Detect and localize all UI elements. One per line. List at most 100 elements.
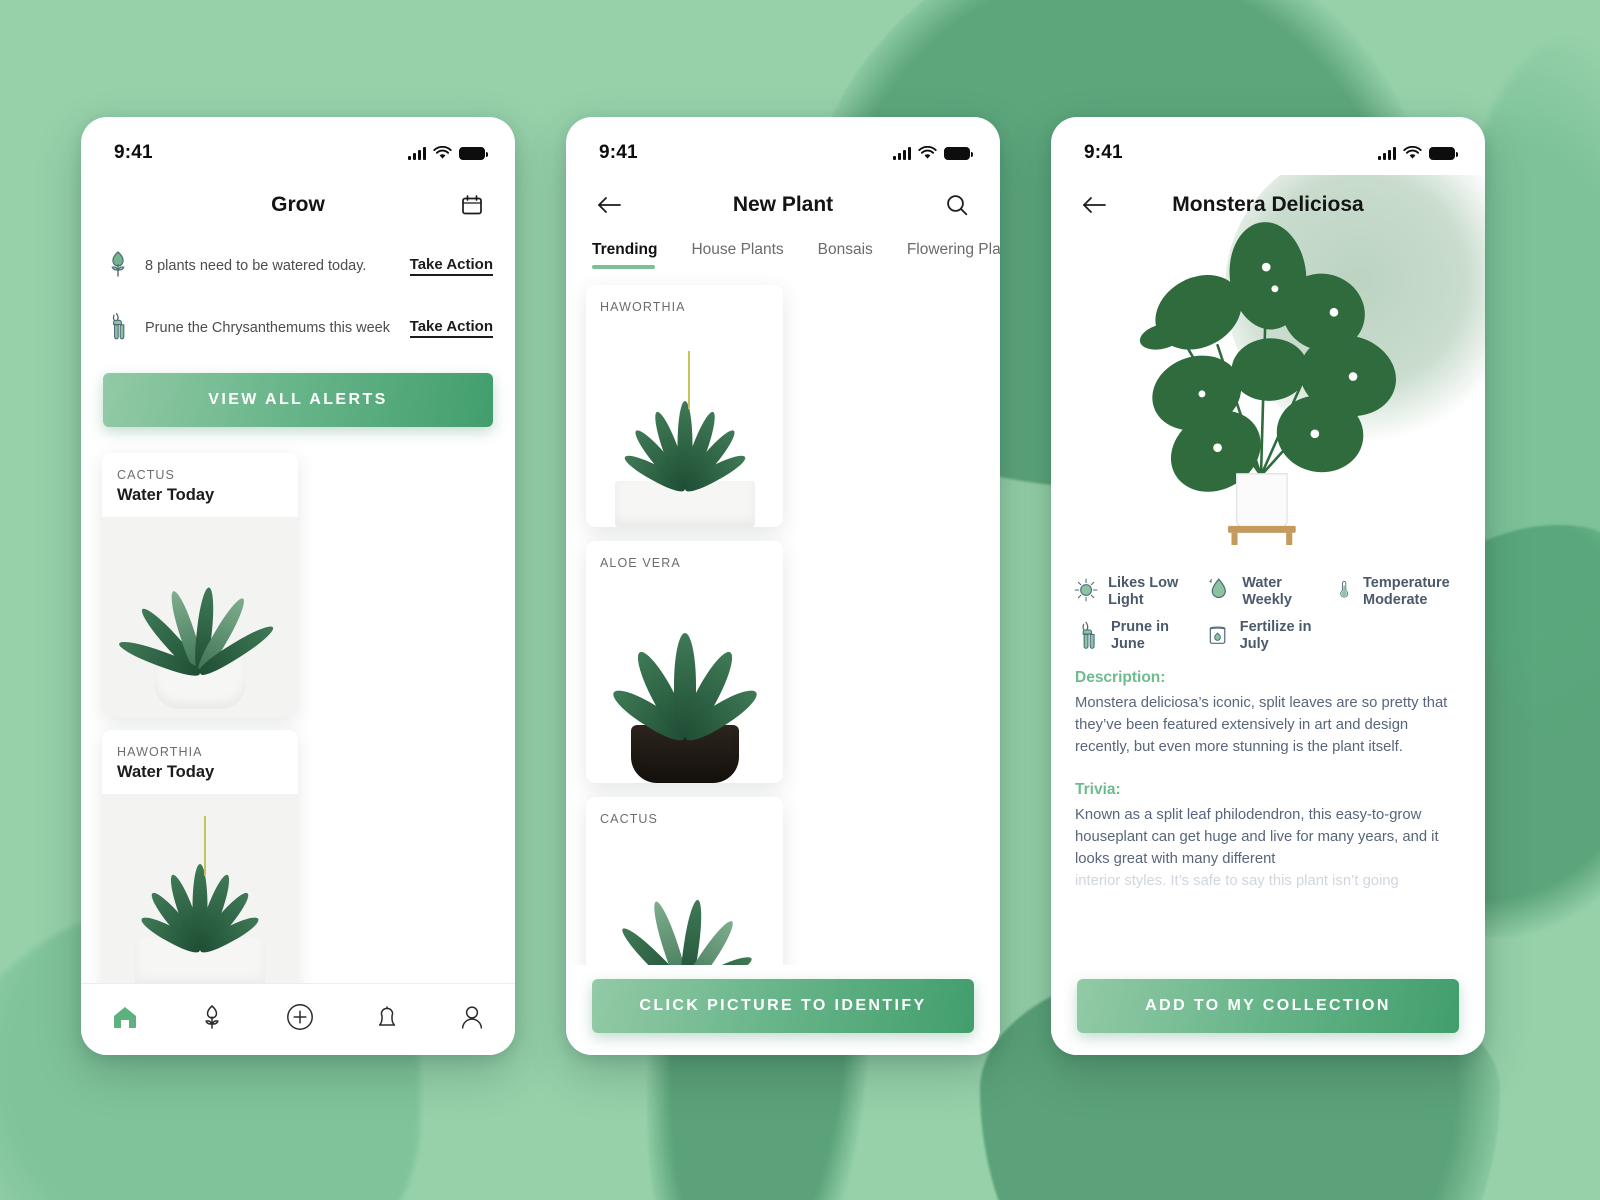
sidebar-item-home[interactable] [111, 1004, 139, 1035]
plant-card-status: Water Today [117, 763, 215, 781]
care-label: Prune in June [1110, 619, 1169, 653]
status-bar: 9:41 [81, 117, 515, 175]
phone-screen-grow: 9:41 Grow 8 plants need to be watered to… [81, 117, 515, 1055]
description-section: Description: Monstera deliciosa’s iconic… [1051, 659, 1485, 759]
plant-card[interactable]: ALOE VERA [586, 541, 783, 783]
cellular-bars-icon [408, 146, 426, 160]
screen2-cta-area: CLICK PICTURE TO IDENTIFY [566, 965, 1000, 1055]
seedling-icon [105, 250, 131, 283]
take-action-button[interactable]: Take Action [409, 318, 493, 338]
wifi-icon [433, 146, 452, 159]
care-item: Fertilize in July [1204, 619, 1335, 653]
plant-photo [586, 285, 783, 527]
bottom-tab-bar [81, 983, 515, 1055]
status-icons [893, 146, 973, 160]
navbar-spacer [1425, 188, 1459, 222]
tab-house-plants[interactable]: House Plants [691, 241, 783, 269]
care-item: Temperature Moderate [1334, 575, 1465, 609]
category-tabs: Trending House Plants Bonsais Flowering … [566, 235, 1000, 269]
plant-photo [586, 541, 783, 783]
wifi-icon [1403, 146, 1422, 159]
arrow-left-icon[interactable] [1077, 188, 1111, 222]
trivia-faded-line: interior styles. It’s safe to say this p… [1075, 872, 1399, 889]
care-item: Prune in June [1073, 619, 1204, 653]
plant-card[interactable]: CACTUS Water Today [102, 453, 298, 717]
plant-card-label: CACTUS [600, 812, 658, 826]
thermometer-icon [1340, 581, 1349, 598]
click-picture-to-identify-button[interactable]: CLICK PICTURE TO IDENTIFY [592, 979, 974, 1033]
alert-row[interactable]: 8 plants need to be watered today. Take … [81, 235, 515, 297]
care-item: Likes Low Light [1073, 575, 1204, 609]
status-time: 9:41 [599, 142, 638, 163]
status-bar: 9:41 [566, 117, 1000, 175]
calendar-icon[interactable] [455, 188, 489, 222]
plant-card-label: CACTUS [117, 468, 175, 482]
care-label: Likes Low Light [1108, 575, 1179, 609]
page-title: Monstera Deliciosa [1172, 193, 1364, 216]
plant-browse-grid: HAWORTHIA ALOE VERA CACTUS [566, 269, 1000, 1055]
status-bar: 9:41 [1051, 117, 1485, 175]
description-body: Monstera deliciosa’s iconic, split leave… [1075, 695, 1448, 756]
trivia-heading: Trivia: [1075, 781, 1121, 799]
screen1-navbar: Grow [81, 175, 515, 235]
plant-card[interactable]: HAWORTHIA Water Today [102, 730, 298, 994]
take-action-button[interactable]: Take Action [409, 256, 493, 276]
navbar-spacer [107, 188, 141, 222]
plant-card-status: Water Today [117, 486, 215, 504]
tab-bonsais[interactable]: Bonsais [818, 241, 873, 269]
tab-trending[interactable]: Trending [592, 241, 657, 269]
plant-card-grid: CACTUS Water Today HAWORTHIA Water Today [81, 427, 515, 1055]
status-icons [408, 146, 488, 160]
care-attributes-grid: Likes Low Light Water Weekly Temperature… [1051, 557, 1485, 659]
sidebar-item-plants[interactable] [198, 1003, 226, 1036]
phone-screen-plant-detail: 9:41 Monstera Deliciosa Likes Low Light … [1051, 117, 1485, 1055]
fertilizer-bag-icon [1209, 626, 1225, 645]
plant-card-label: ALOE VERA [600, 556, 681, 570]
screen2-navbar: New Plant [566, 175, 1000, 235]
screen3-navbar: Monstera Deliciosa [1051, 175, 1485, 235]
page-title: New Plant [732, 193, 834, 216]
phone-screen-new-plant: 9:41 New Plant Trending House Plants Bon… [566, 117, 1000, 1055]
page-title: Grow [271, 193, 325, 216]
pruning-shears-icon [105, 311, 131, 346]
water-drop-icon [1209, 578, 1226, 599]
cellular-bars-icon [893, 146, 911, 160]
plant-photo [102, 794, 298, 994]
search-icon[interactable] [940, 188, 974, 222]
status-time: 9:41 [114, 142, 153, 163]
battery-icon [1429, 146, 1458, 160]
pruning-shears-icon [1082, 622, 1095, 650]
battery-icon [459, 146, 488, 160]
app-mockup-stage: 9:41 Grow 8 plants need to be watered to… [0, 0, 1600, 1200]
battery-icon [944, 146, 973, 160]
plant-card-label: HAWORTHIA [600, 300, 686, 314]
care-item-spacer [1334, 619, 1465, 653]
description-heading: Description: [1075, 669, 1166, 687]
tab-flowering-plants[interactable]: Flowering Pla [907, 241, 1000, 269]
care-label: Fertilize in July [1239, 619, 1312, 653]
sun-icon [1074, 578, 1098, 602]
cellular-bars-icon [1378, 146, 1396, 160]
notifications-icon[interactable] [374, 1003, 400, 1036]
add-to-my-collection-button[interactable]: ADD TO MY COLLECTION [1077, 979, 1459, 1033]
view-all-alerts-button[interactable]: VIEW ALL ALERTS [103, 373, 493, 427]
alert-text: Prune the Chrysanthemums this week [145, 320, 390, 336]
alert-text: 8 plants need to be watered today. [145, 258, 367, 274]
plant-card[interactable]: HAWORTHIA [586, 285, 783, 527]
status-time: 9:41 [1084, 142, 1123, 163]
trivia-body: Known as a split leaf philodendron, this… [1075, 807, 1439, 867]
monstera-illustration [1139, 222, 1397, 545]
plant-card-label: HAWORTHIA [117, 745, 203, 759]
status-icons [1378, 146, 1458, 160]
trivia-section: Trivia: Known as a split leaf philodendr… [1051, 759, 1485, 893]
care-item: Water Weekly [1204, 575, 1335, 609]
alert-row[interactable]: Prune the Chrysanthemums this week Take … [81, 297, 515, 359]
arrow-left-icon[interactable] [592, 188, 626, 222]
care-label: Water Weekly [1242, 575, 1292, 609]
wifi-icon [918, 146, 937, 159]
add-plant-button[interactable] [285, 1002, 315, 1037]
care-label: Temperature Moderate [1362, 575, 1450, 609]
plant-photo [102, 517, 298, 717]
screen3-cta-area: ADD TO MY COLLECTION [1051, 969, 1485, 1055]
profile-icon[interactable] [459, 1003, 485, 1036]
